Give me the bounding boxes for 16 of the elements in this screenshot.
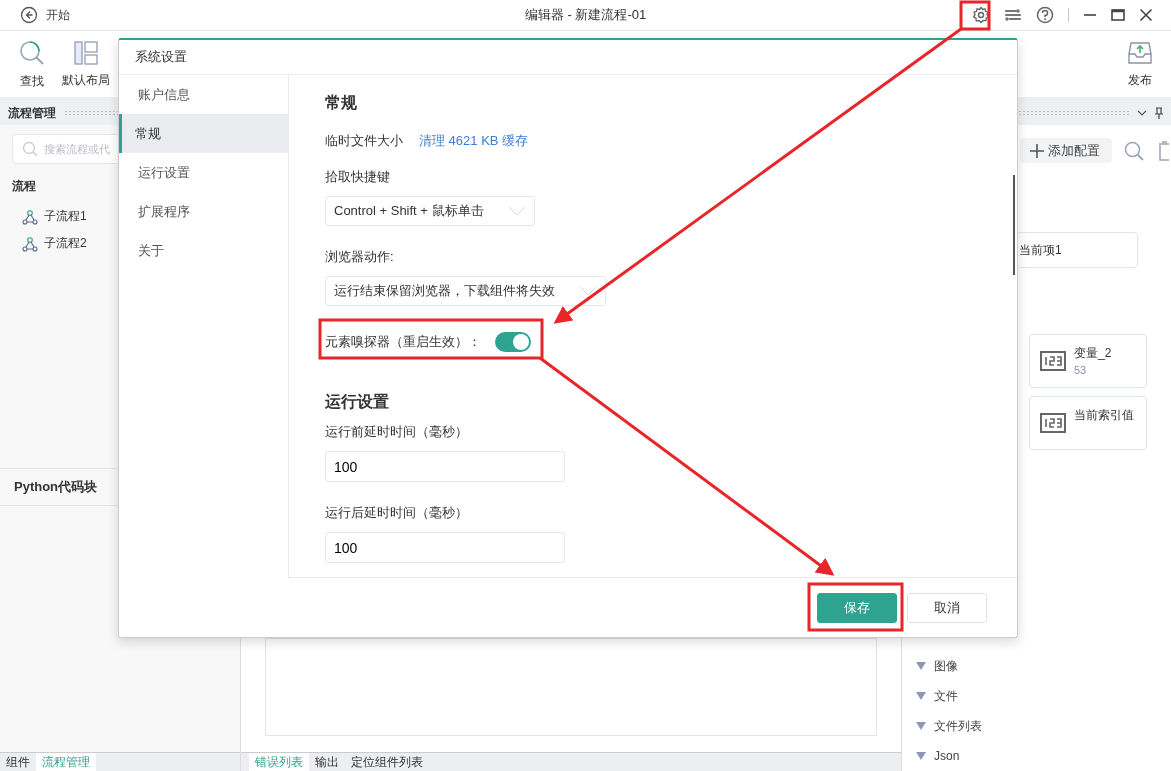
setting-label: 运行前延时时间（毫秒） bbox=[325, 423, 469, 441]
section-heading: 常规 bbox=[325, 93, 357, 113]
setting-label: 拾取快捷键 bbox=[325, 168, 391, 186]
setting-label: 临时文件大小 bbox=[325, 132, 403, 150]
setting-label: 元素嗅探器（重启生效）： bbox=[325, 333, 481, 351]
variable-name: 变量_2 bbox=[1074, 345, 1112, 362]
section-heading: 运行设置 bbox=[325, 392, 389, 412]
variable-name: 当前项1 bbox=[1019, 241, 1062, 259]
setting-label: 运行后延时时间（毫秒） bbox=[325, 504, 469, 522]
setting-label: 浏览器动作: bbox=[325, 248, 395, 266]
variable-name: 当前索引值 bbox=[1074, 407, 1134, 424]
dialog-title: 系统设置 bbox=[135, 48, 187, 66]
panel-title: 流程管理 bbox=[8, 104, 56, 122]
variable-value: 53 bbox=[1074, 364, 1088, 376]
section-heading: 流程 bbox=[12, 178, 37, 195]
window-title: 编辑器 - 新建流程-01 bbox=[524, 6, 647, 24]
